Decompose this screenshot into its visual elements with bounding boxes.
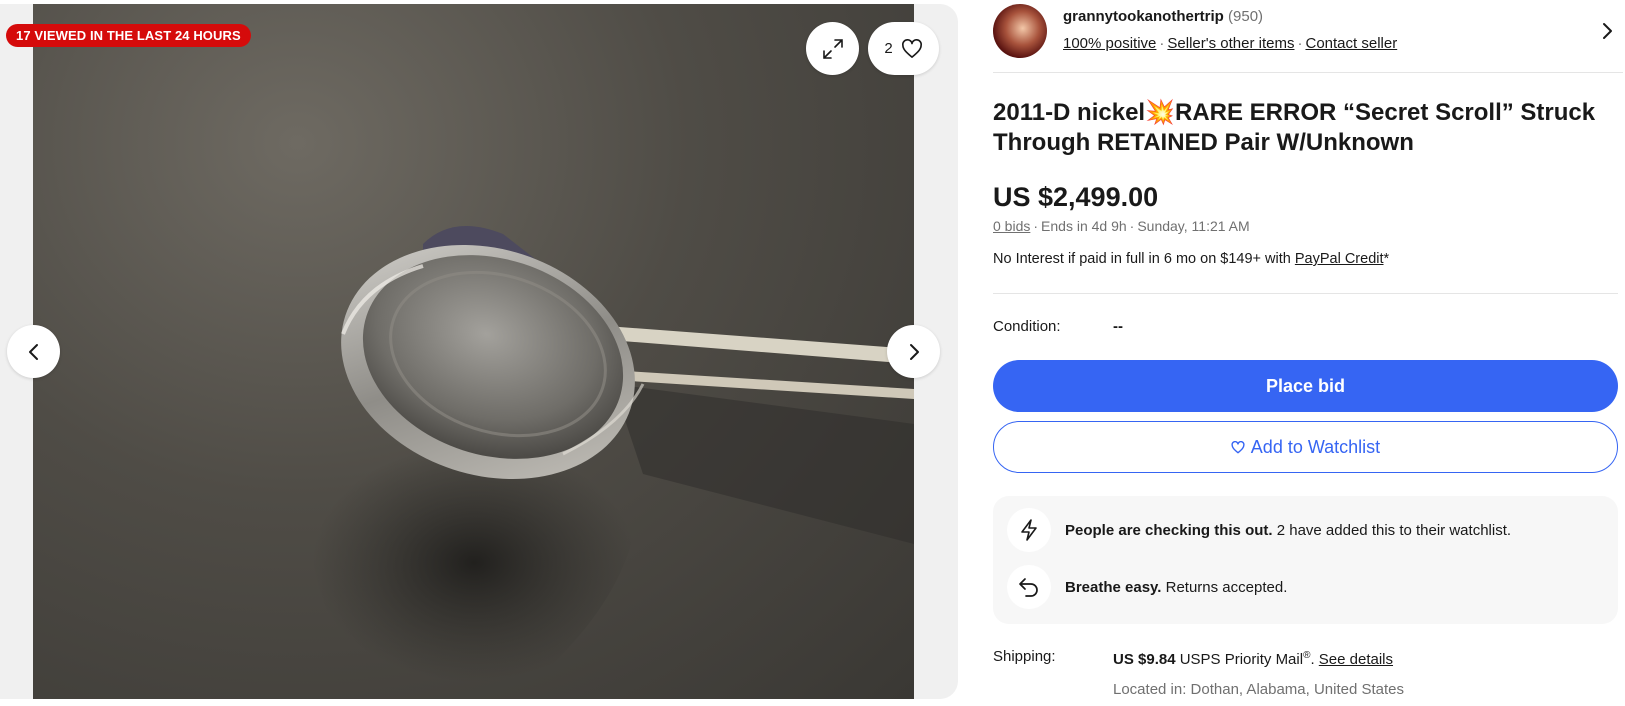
buyer-signals-panel: People are checking this out. 2 have add… (993, 496, 1618, 624)
bids-link[interactable]: 0 bids (993, 218, 1030, 234)
return-arrow-icon-wrap (1007, 565, 1051, 609)
see-shipping-details-link[interactable]: See details (1319, 651, 1393, 668)
previous-image-button[interactable] (7, 325, 60, 378)
watchers-signal: People are checking this out. 2 have add… (1007, 508, 1511, 552)
return-arrow-icon (1019, 578, 1038, 597)
condition-value: -- (1113, 318, 1123, 335)
paypal-credit-link[interactable]: PayPal Credit (1295, 251, 1384, 267)
seller-name-line: grannytookanothertrip (950) (1063, 8, 1263, 25)
credit-asterisk: * (1383, 251, 1390, 267)
seller-card: grannytookanothertrip (950) 100% positiv… (993, 0, 1623, 73)
lightning-icon-wrap (1007, 508, 1051, 552)
chevron-right-icon (909, 343, 919, 360)
heart-icon (1231, 440, 1245, 453)
returns-signal-bold: Breathe easy. (1065, 578, 1162, 596)
returns-signal: Breathe easy. Returns accepted. (1007, 565, 1287, 609)
expand-button[interactable] (806, 22, 859, 75)
coin-photo-illustration (312, 226, 914, 682)
seller-avatar[interactable] (993, 4, 1047, 58)
chevron-right-icon (1603, 23, 1612, 39)
condition-label: Condition: (993, 318, 1061, 335)
shipping-label: Shipping: (993, 648, 1056, 665)
item-title: 2011-D nickel💥RARE ERROR “Secret Scroll”… (993, 98, 1618, 158)
item-photo[interactable] (33, 4, 914, 699)
seller-feedback-count: (950) (1228, 8, 1264, 25)
seller-other-items-link[interactable]: Seller's other items (1167, 35, 1294, 52)
heart-icon (901, 38, 922, 58)
seller-name[interactable]: grannytookanothertrip (1063, 8, 1224, 25)
returns-signal-text: Returns accepted. (1161, 578, 1288, 596)
seller-chevron-button[interactable] (1599, 22, 1615, 45)
item-location: Located in: Dothan, Alabama, United Stat… (1113, 681, 1405, 698)
explosion-emoji-icon: 💥 (1145, 99, 1175, 126)
seller-links: 100% positive · Seller's other items · Conta… (1063, 35, 1398, 52)
watch-count: 2 (884, 40, 893, 57)
paypal-credit-line: No Interest if paid in full in 6 mo on $… (993, 251, 1389, 267)
expand-icon (822, 38, 843, 59)
image-gallery: 17 VIEWED IN THE LAST 24 HOURS 2 (0, 4, 958, 699)
title-part-1: 2011-D nickel (993, 99, 1146, 126)
divider (993, 293, 1618, 294)
item-price: US $2,499.00 (993, 182, 1159, 212)
viewed-badge: 17 VIEWED IN THE LAST 24 HOURS (6, 24, 251, 47)
watch-count-button[interactable]: 2 (868, 22, 939, 75)
shipping-cost: US $9.84 (1113, 651, 1176, 668)
place-bid-button[interactable]: Place bid (993, 360, 1618, 412)
bid-info: 0 bids · Ends in 4d 9h · Sunday, 11:21 AM (993, 218, 1250, 234)
add-to-watchlist-button[interactable]: Add to Watchlist (993, 421, 1618, 473)
auction-ends: Ends in 4d 9h (1041, 218, 1127, 234)
shipping-value: US $9.84 USPS Priority Mail®. See detail… (1113, 650, 1394, 668)
auction-end-time: Sunday, 11:21 AM (1137, 218, 1250, 234)
contact-seller-link[interactable]: Contact seller (1305, 35, 1397, 52)
watchers-signal-bold: People are checking this out. (1065, 521, 1273, 539)
next-image-button[interactable] (887, 325, 940, 378)
chevron-left-icon (28, 343, 38, 360)
watchers-signal-text: 2 have added this to their watchlist. (1272, 521, 1512, 539)
seller-positive-link[interactable]: 100% positive (1063, 35, 1156, 52)
shipping-service: USPS Priority Mail (1175, 651, 1304, 668)
credit-text: No Interest if paid in full in 6 mo on $… (993, 251, 1295, 267)
lightning-icon (1021, 519, 1037, 541)
add-to-watchlist-label: Add to Watchlist (1250, 436, 1381, 457)
